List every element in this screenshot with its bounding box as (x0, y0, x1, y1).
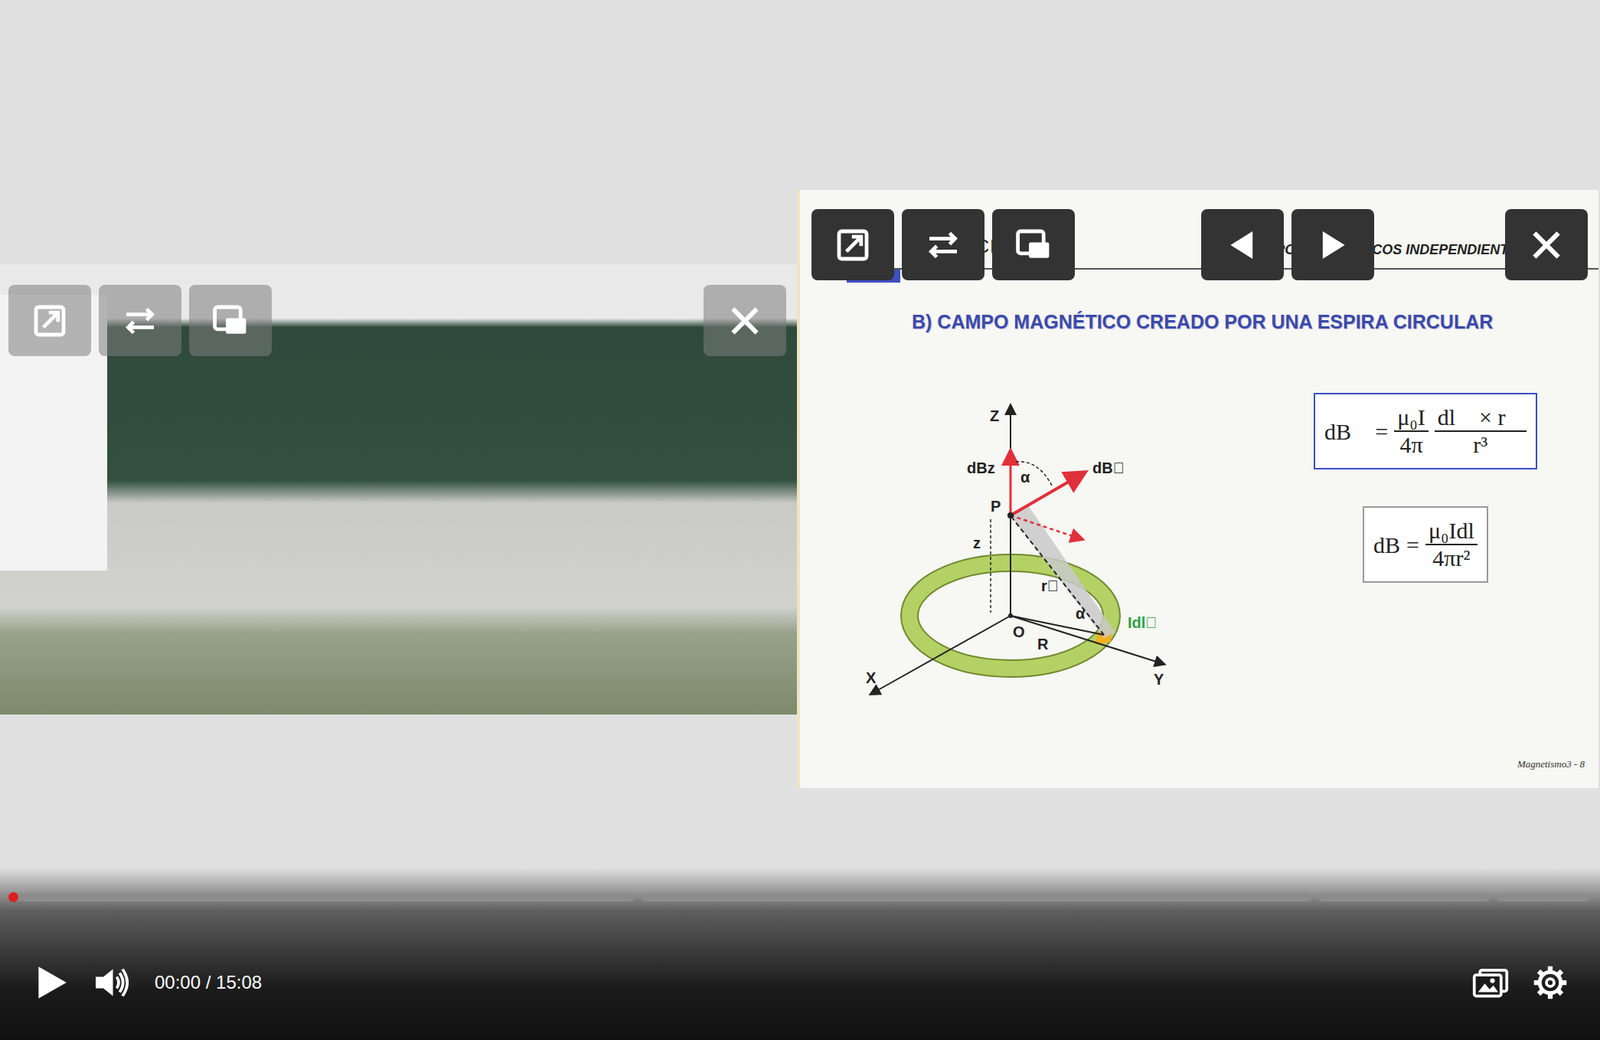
origin-label: O (1012, 623, 1026, 640)
denominator: 4πr² (1429, 545, 1473, 572)
close-icon (726, 302, 764, 340)
height-label: z (973, 534, 981, 552)
x-axis-label: X (865, 669, 877, 686)
expand-icon (31, 302, 69, 340)
formula-box: dB=μ₀Idl4πr² (1362, 506, 1489, 583)
control-row: 00:00 / 15:08 (0, 940, 1600, 1025)
formula-box: dB⃗=μ₀I4πdl⃗ × r⃗r³ (1313, 392, 1538, 470)
play-icon[interactable] (30, 962, 71, 1003)
formula-lhs: dB⃗ (1324, 414, 1369, 449)
fraction: μ₀Idl4πr² (1425, 517, 1478, 572)
fraction: μ₀I4π (1394, 404, 1429, 459)
y-axis-label: Y (1153, 670, 1165, 688)
expand-button[interactable] (811, 208, 895, 281)
progress-track[interactable] (9, 892, 1591, 902)
db-label: dB⃗ (1092, 459, 1125, 477)
close-button[interactable] (703, 284, 787, 356)
r-label: r⃗ (1041, 577, 1059, 595)
slide-body: ZdBzαdB⃗Pzr⃗αORIdl⃗XYdB⃗=μ₀I4πdl⃗ × r⃗r³… (800, 388, 1599, 711)
gear-icon[interactable] (1531, 963, 1570, 1002)
slide-toolbar (811, 208, 1588, 281)
slide-view[interactable]: LECCIÓCAMPOS MAGNÉTICOS INDEPENDIENTES D… (796, 189, 1599, 788)
alpha-label: α (1020, 468, 1031, 486)
numerator: dl⃗ × r⃗ (1434, 404, 1527, 433)
pip-button[interactable] (189, 284, 272, 356)
radius-label: R (1037, 635, 1049, 653)
expand-icon (834, 226, 872, 264)
pip-button[interactable] (992, 208, 1075, 281)
fraction: dl⃗ × r⃗r³ (1434, 404, 1527, 459)
next-icon (1314, 226, 1352, 264)
layout-icon[interactable] (1471, 963, 1510, 1002)
control-bar: 00:00 / 15:08 (0, 867, 1600, 1040)
swap-button[interactable] (901, 208, 985, 281)
numerator: μ₀Idl (1425, 517, 1478, 546)
loop-diagram: ZdBz α dB⃗ Pz r⃗ α OR Idl⃗ X Y (845, 388, 1206, 711)
volume-icon[interactable] (91, 963, 131, 1002)
previous-slide-button[interactable] (1201, 208, 1284, 281)
pip-icon (1015, 226, 1052, 264)
equals-sign: = (1374, 414, 1388, 449)
dbz-label: dBz (966, 459, 996, 477)
current-element-label: Idl⃗ (1127, 613, 1157, 631)
close-icon (1528, 226, 1565, 264)
numerator: μ₀I (1394, 404, 1429, 433)
z-axis-label: Z (989, 407, 1000, 425)
slide-number: Magnetismo3 - 8 (800, 756, 1599, 789)
formula-list: dB⃗=μ₀I4πdl⃗ × r⃗r³dB=μ₀Idl4πr² (1313, 392, 1538, 583)
prev-icon (1224, 226, 1261, 264)
alpha-label: α (1075, 604, 1086, 622)
chapter-segment[interactable] (1496, 892, 1591, 902)
scrubber-handle[interactable] (8, 891, 19, 902)
denominator: r³ (1469, 431, 1491, 459)
camera-toolbar (8, 284, 787, 356)
close-button[interactable] (1505, 208, 1588, 281)
expand-button[interactable] (8, 284, 92, 356)
time-display: 00:00 / 15:08 (154, 968, 262, 996)
camera-video[interactable] (0, 264, 797, 715)
formula-lhs: dB (1373, 527, 1401, 562)
swap-button[interactable] (98, 284, 182, 356)
chapter-segment[interactable] (640, 892, 1313, 902)
equals-sign: = (1406, 527, 1420, 562)
point-label: P (990, 497, 1001, 515)
chapter-segment[interactable] (9, 892, 635, 902)
chapter-segment[interactable] (1318, 892, 1490, 902)
player-stage: LECCIÓCAMPOS MAGNÉTICOS INDEPENDIENTES D… (0, 0, 1600, 868)
denominator: 4π (1396, 431, 1426, 459)
slide-title: B) CAMPO MAGNÉTICO CREADO POR UNA ESPIRA… (800, 310, 1599, 334)
next-slide-button[interactable] (1291, 208, 1375, 281)
swap-icon (121, 302, 159, 340)
swap-icon (924, 226, 962, 264)
pip-icon (212, 302, 249, 340)
